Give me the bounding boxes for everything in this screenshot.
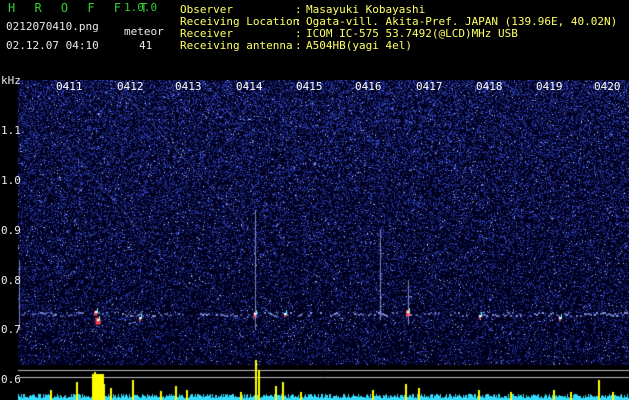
spectrogram-canvas (0, 80, 629, 400)
antenna-key: Receiving antenna (180, 39, 293, 52)
time-tick-label: 0411 (56, 80, 83, 93)
y-tick-label: 1.0 (1, 174, 21, 187)
y-tick-label: 0.8 (1, 274, 21, 287)
y-tick-label: 0.9 (1, 224, 21, 237)
time-tick-label: 0416 (355, 80, 382, 93)
separator: : (295, 39, 302, 52)
y-unit-label: kHz (1, 74, 21, 87)
time-tick-label: 0417 (416, 80, 443, 93)
antenna-value: A504HB(yagi 4el) (306, 39, 412, 52)
meteor-label: meteor (124, 25, 164, 38)
app-version: 1.0.0 (124, 1, 158, 14)
time-tick-label: 0413 (175, 80, 202, 93)
time-tick-label: 0414 (236, 80, 263, 93)
y-tick-label: 0.6 (1, 373, 21, 386)
file-datetime: 02.12.07 04:10 (6, 39, 99, 52)
y-tick-label: 0.7 (1, 323, 21, 336)
time-tick-label: 0412 (117, 80, 144, 93)
time-tick-label: 0420 (594, 80, 621, 93)
time-tick-label: 0415 (296, 80, 323, 93)
file-name: 0212070410.png (6, 20, 99, 33)
y-tick-label: 1.1 (1, 124, 21, 137)
time-tick-label: 0419 (536, 80, 563, 93)
time-tick-label: 0418 (476, 80, 503, 93)
header-panel: H R O F F T 1.0.0 0212070410.png meteor … (0, 0, 629, 80)
meteor-count: 41 (139, 39, 153, 52)
